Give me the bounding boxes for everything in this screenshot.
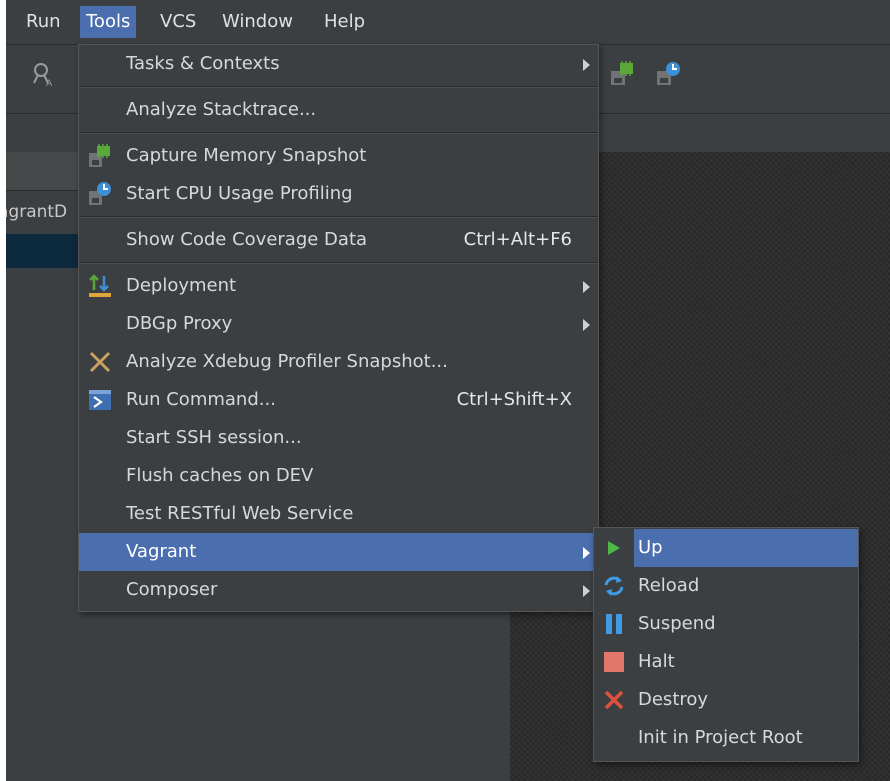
menu-tools[interactable]: Tools (80, 6, 137, 38)
menu-separator (79, 216, 598, 218)
vagrant-submenu: Up Reload Suspend Halt Destroy Init in P… (593, 527, 859, 762)
menu-item-label: Up (638, 537, 663, 558)
menu-bar: Run Tools VCS Window Help (0, 0, 890, 45)
menu-item-label: Capture Memory Snapshot (126, 145, 367, 166)
menu-item-label: Destroy (638, 689, 709, 710)
menu-item-label: Tasks & Contexts (126, 53, 280, 74)
menu-item-deployment[interactable]: Deployment (79, 267, 598, 305)
highlight-bar (634, 529, 858, 567)
pause-icon (602, 612, 626, 636)
deployment-icon (88, 274, 112, 298)
menu-item-label: Deployment (126, 275, 237, 296)
cpu-profiling-toolbar-icon[interactable] (656, 61, 682, 87)
menu-item-dbgp-proxy[interactable]: DBGp Proxy (79, 305, 598, 343)
memory-snapshot-toolbar-icon[interactable] (610, 61, 636, 87)
menu-item-label: Init in Project Root (638, 727, 803, 748)
menu-item-label: Start CPU Usage Profiling (126, 183, 353, 204)
menu-window[interactable]: Window (216, 6, 299, 38)
menu-item-capture-memory-snapshot[interactable]: Capture Memory Snapshot (79, 137, 598, 175)
menu-item-label: Composer (126, 579, 218, 600)
menu-item-show-code-coverage[interactable]: Show Code Coverage Data Ctrl+Alt+F6 (79, 221, 598, 259)
menu-item-label: Analyze Stacktrace... (126, 99, 317, 120)
window-edge (0, 0, 6, 781)
menu-item-label: Halt (638, 651, 675, 672)
submenu-arrow-icon (583, 59, 590, 71)
ide-window: Run Tools VCS Window Help A agrantD Task… (0, 0, 890, 781)
menu-separator (79, 86, 598, 88)
svg-text:A: A (46, 79, 53, 87)
xdebug-icon (88, 350, 112, 374)
submenu-item-reload[interactable]: Reload (594, 567, 858, 605)
menu-item-label: Suspend (638, 613, 716, 634)
menu-item-label: Reload (638, 575, 700, 596)
menu-item-label: Start SSH session... (126, 427, 302, 448)
menu-item-label: Run Command... (126, 389, 276, 410)
submenu-arrow-icon (583, 547, 590, 559)
menu-vcs[interactable]: VCS (154, 6, 202, 38)
submenu-item-suspend[interactable]: Suspend (594, 605, 858, 643)
cpu-profiling-icon (88, 182, 112, 206)
shortcut-label: Ctrl+Shift+X (456, 389, 572, 410)
selected-tree-row[interactable] (0, 234, 78, 268)
menu-help[interactable]: Help (318, 6, 371, 38)
menu-item-start-cpu-profiling[interactable]: Start CPU Usage Profiling (79, 175, 598, 213)
menu-item-label: Analyze Xdebug Profiler Snapshot... (126, 351, 448, 372)
menu-item-label: DBGp Proxy (126, 313, 233, 334)
submenu-arrow-icon (583, 281, 590, 293)
submenu-item-halt[interactable]: Halt (594, 643, 858, 681)
tools-menu: Tasks & Contexts Analyze Stacktrace... C… (78, 44, 599, 612)
menu-item-start-ssh[interactable]: Start SSH session... (79, 419, 598, 457)
submenu-item-destroy[interactable]: Destroy (594, 681, 858, 719)
submenu-arrow-icon (583, 585, 590, 597)
submenu-arrow-icon (583, 319, 590, 331)
submenu-item-up[interactable]: Up (594, 529, 858, 567)
menu-separator (79, 132, 598, 134)
submenu-item-init-project-root[interactable]: Init in Project Root (594, 719, 858, 757)
profile-icon[interactable]: A (30, 61, 56, 89)
reload-icon (602, 574, 626, 598)
terminal-icon (88, 388, 112, 412)
menu-item-vagrant[interactable]: Vagrant (79, 533, 598, 571)
menu-item-label: Show Code Coverage Data (126, 229, 368, 250)
menu-item-analyze-xdebug[interactable]: Analyze Xdebug Profiler Snapshot... (79, 343, 598, 381)
menu-item-tasks-contexts[interactable]: Tasks & Contexts (79, 45, 598, 83)
menu-item-label: Test RESTful Web Service (126, 503, 354, 524)
menu-item-analyze-stacktrace[interactable]: Analyze Stacktrace... (79, 91, 598, 129)
project-panel-header (0, 152, 78, 191)
menu-item-composer[interactable]: Composer (79, 571, 598, 609)
shortcut-label: Ctrl+Alt+F6 (463, 229, 572, 250)
stop-icon (602, 650, 626, 674)
menu-item-label: Vagrant (126, 541, 197, 562)
menu-item-flush-caches[interactable]: Flush caches on DEV (79, 457, 598, 495)
menu-item-label: Flush caches on DEV (126, 465, 314, 486)
menu-item-run-command[interactable]: Run Command... Ctrl+Shift+X (79, 381, 598, 419)
memory-snapshot-icon (88, 144, 112, 168)
menu-separator (79, 262, 598, 264)
play-icon (602, 536, 626, 560)
menu-item-test-restful[interactable]: Test RESTful Web Service (79, 495, 598, 533)
destroy-icon (602, 688, 626, 712)
menu-run[interactable]: Run (20, 6, 67, 38)
project-tree-item[interactable]: agrantD (0, 202, 67, 222)
